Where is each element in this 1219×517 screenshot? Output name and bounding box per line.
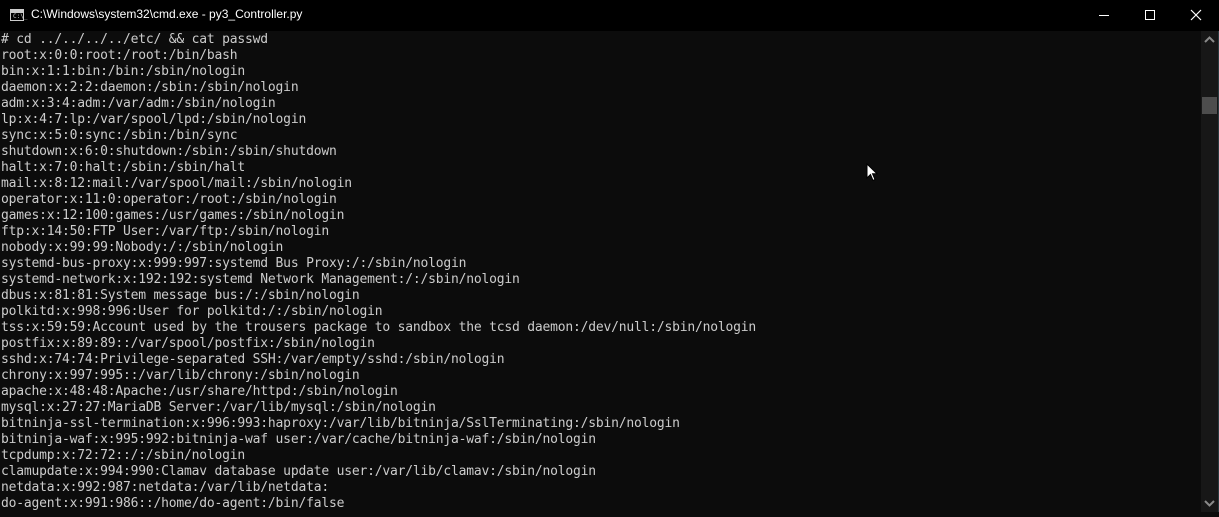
close-button[interactable] <box>1173 0 1219 31</box>
console-line: mail:x:8:12:mail:/var/spool/mail:/sbin/n… <box>1 176 352 191</box>
console-line: sshd:x:74:74:Privilege-separated SSH:/va… <box>1 352 505 367</box>
console-line: bitninja-ssl-termination:x:996:993:hapro… <box>1 416 680 431</box>
console-output[interactable]: # cd ../../../../etc/ && cat passwd root:… <box>0 31 1201 512</box>
console-line: games:x:12:100:games:/usr/games:/sbin/no… <box>1 208 345 223</box>
console-line: systemd-network:x:192:192:systemd Networ… <box>1 272 520 287</box>
console-line: bin:x:1:1:bin:/bin:/sbin/nologin <box>1 64 246 79</box>
window-title: C:\Windows\system32\cmd.exe - py3_Contro… <box>31 7 303 21</box>
cmd-icon[interactable]: C:\_ <box>10 9 28 21</box>
cmd-icon-text: C:\_ <box>13 13 28 20</box>
console-line: operator:x:11:0:operator:/root:/sbin/nol… <box>1 192 337 207</box>
console-line: ftp:x:14:50:FTP User:/var/ftp:/sbin/nolo… <box>1 224 329 239</box>
chevron-down-icon <box>1204 500 1215 507</box>
console-line: # cd ../../../../etc/ && cat passwd <box>1 32 268 47</box>
console-line: mysql:x:27:27:MariaDB Server:/var/lib/my… <box>1 400 436 415</box>
console-line: sync:x:5:0:sync:/sbin:/bin/sync <box>1 128 238 143</box>
console-line: tss:x:59:59:Account used by the trousers… <box>1 320 757 335</box>
console-line: netdata:x:992:987:netdata:/var/lib/netda… <box>1 480 329 495</box>
console-line: lp:x:4:7:lp:/var/spool/lpd:/sbin/nologin <box>1 112 307 127</box>
console-line: nobody:x:99:99:Nobody:/:/sbin/nologin <box>1 240 284 255</box>
console-line: clamupdate:x:994:990:Clamav database upd… <box>1 464 596 479</box>
console-line: polkitd:x:998:996:User for polkitd:/:/sb… <box>1 304 383 319</box>
console-line: dbus:x:81:81:System message bus:/:/sbin/… <box>1 288 360 303</box>
close-icon <box>1190 9 1202 21</box>
console-line: postfix:x:89:89::/var/spool/postfix:/sbi… <box>1 336 375 351</box>
chevron-up-icon <box>1204 36 1215 43</box>
console-line: daemon:x:2:2:daemon:/sbin:/sbin/nologin <box>1 80 299 95</box>
vertical-scrollbar[interactable] <box>1201 31 1218 512</box>
scroll-thumb[interactable] <box>1202 97 1217 114</box>
console-line: do-agent:x:991:986::/home/do-agent:/bin/… <box>1 496 345 511</box>
console-line: bitninja-waf:x:995:992:bitninja-waf user… <box>1 432 596 447</box>
console-line: root:x:0:0:root:/root:/bin/bash <box>1 48 238 63</box>
minimize-button[interactable] <box>1081 0 1127 31</box>
scroll-up-button[interactable] <box>1201 31 1218 48</box>
console-line: adm:x:3:4:adm:/var/adm:/sbin/nologin <box>1 96 276 111</box>
scroll-down-button[interactable] <box>1201 495 1218 512</box>
console-line: halt:x:7:0:halt:/sbin:/sbin/halt <box>1 160 246 175</box>
console-line: shutdown:x:6:0:shutdown:/sbin:/sbin/shut… <box>1 144 337 159</box>
title-bar[interactable]: C:\_ C:\Windows\system32\cmd.exe - py3_C… <box>0 0 1219 31</box>
console-line: apache:x:48:48:Apache:/usr/share/httpd:/… <box>1 384 398 399</box>
maximize-button[interactable] <box>1127 0 1173 31</box>
console-line: tcpdump:x:72:72::/:/sbin/nologin <box>1 448 246 463</box>
mouse-cursor-icon <box>866 163 879 182</box>
console-line: systemd-bus-proxy:x:999:997:systemd Bus … <box>1 256 467 271</box>
console-line: chrony:x:997:995::/var/lib/chrony:/sbin/… <box>1 368 360 383</box>
